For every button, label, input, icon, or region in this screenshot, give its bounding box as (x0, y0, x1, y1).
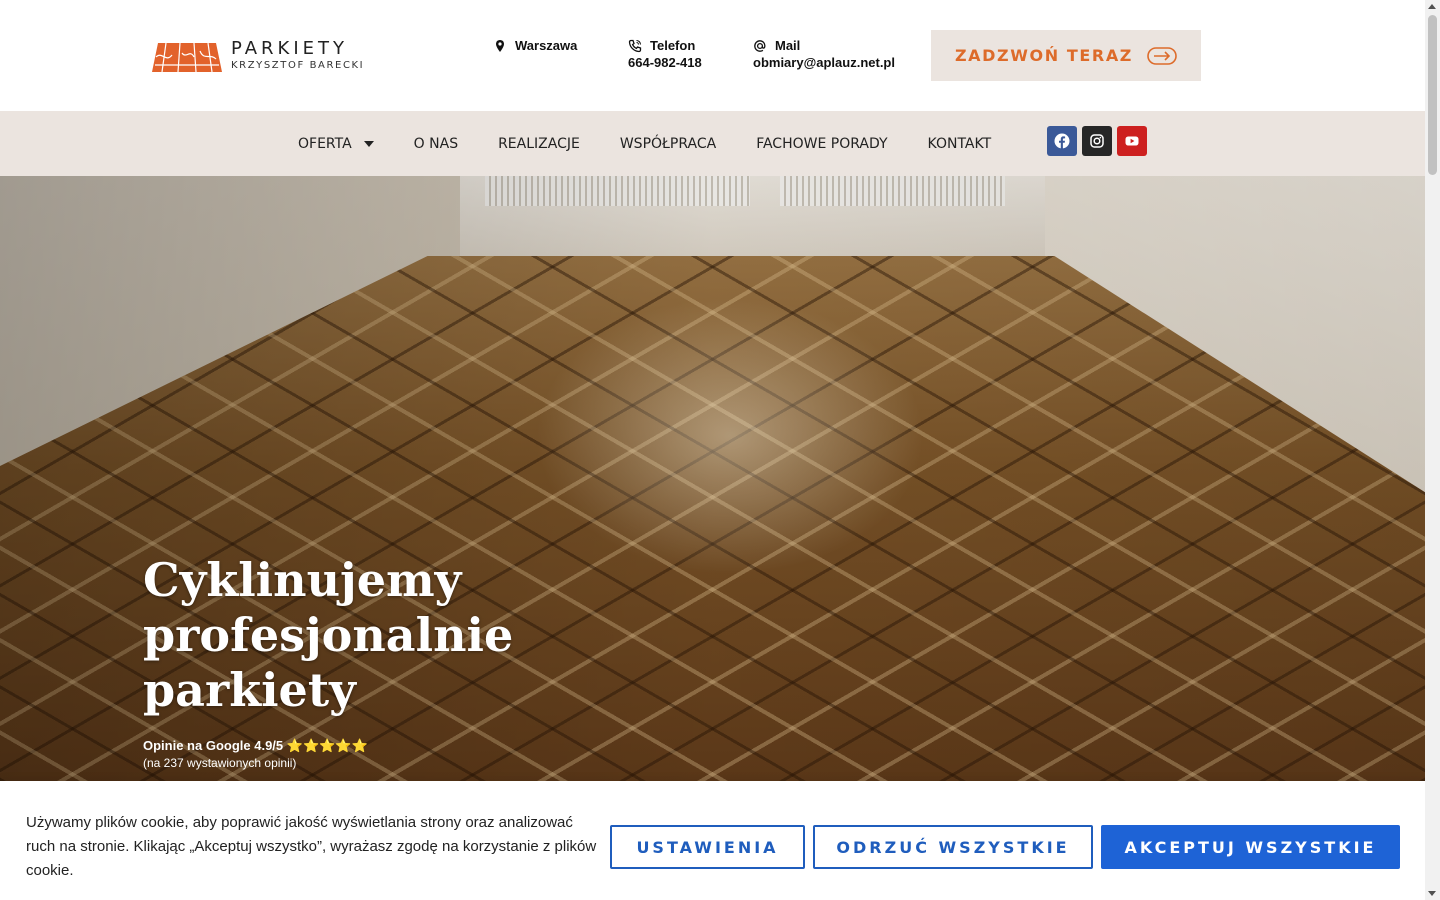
nav-item-label: OFERTA (298, 135, 352, 152)
social-links (1047, 126, 1147, 156)
call-now-label: ZADZWOŃ TERAZ (954, 46, 1134, 65)
nav-item-kontakt[interactable]: KONTAKT (928, 136, 992, 152)
nav-item-label: WSPÓŁPRACA (619, 135, 717, 152)
logo-title: PARKIETY (231, 38, 348, 59)
instagram-icon (1090, 134, 1104, 148)
mail-label: Mail (775, 38, 801, 53)
cookie-settings-button[interactable]: USTAWIENIA (610, 825, 805, 869)
nav-item-label: KONTAKT (927, 135, 992, 152)
arrow-right-circle-icon (1147, 46, 1177, 65)
hero-banner: Cyklinujemy profesjonalnie parkiety Opin… (0, 176, 1425, 781)
cookie-reject-all-button[interactable]: ODRZUĆ WSZYSTKIE (813, 825, 1093, 869)
instagram-button[interactable] (1082, 126, 1112, 156)
nav-item-label: O NAS (413, 135, 459, 152)
google-rating: Opinie na Google 4.9/5 ⭐⭐⭐⭐⭐ (143, 738, 368, 753)
city-label: Warszawa (515, 38, 578, 53)
nav-item-oferta[interactable]: OFERTA (298, 136, 374, 152)
youtube-button[interactable] (1117, 126, 1147, 156)
logo[interactable]: PARKIETY KRZYSZTOF BARECKI (152, 39, 364, 72)
logo-subtitle: KRZYSZTOF BARECKI (231, 60, 365, 71)
nav-item-realizacje[interactable]: REALIZACJE (498, 136, 580, 152)
caret-down-icon (363, 140, 374, 147)
map-pin-icon (496, 39, 504, 52)
facebook-icon (1054, 133, 1070, 149)
scroll-up-arrow-icon[interactable] (1428, 4, 1436, 9)
contact-mail: Mail obmiary@aplauz.net.pl (753, 37, 895, 71)
cookie-accept-all-button[interactable]: AKCEPTUJ WSZYSTKIE (1101, 825, 1400, 869)
call-now-button[interactable]: ZADZWOŃ TERAZ (931, 30, 1201, 81)
at-sign-icon (754, 39, 766, 52)
contact-phone: Telefon 664-982-418 (628, 37, 702, 71)
site-header: PARKIETY KRZYSZTOF BARECKI Warszawa Tele… (0, 0, 1425, 111)
youtube-icon (1125, 136, 1139, 146)
scroll-down-arrow-icon[interactable] (1428, 891, 1436, 896)
scroll-thumb[interactable] (1428, 15, 1437, 175)
nav-item-label: FACHOWE PORADY (756, 135, 888, 152)
nav-item-fachowe-porady[interactable]: FACHOWE PORADY (756, 136, 887, 152)
phone-label: Telefon (650, 38, 696, 53)
cookie-consent-bar: Używamy plików cookie, aby poprawić jako… (0, 781, 1425, 900)
nav-item-label: REALIZACJE (498, 135, 580, 152)
google-rating-count: (na 237 wystawionych opinii) (143, 756, 297, 770)
phone-number[interactable]: 664-982-418 (628, 54, 702, 71)
facebook-button[interactable] (1047, 126, 1077, 156)
hero-title: Cyklinujemy profesjonalnie parkiety (143, 553, 514, 717)
nav-item-o-nas[interactable]: O NAS (414, 136, 458, 152)
mail-address[interactable]: obmiary@aplauz.net.pl (753, 54, 895, 71)
main-navigation: OFERTA O NAS REALIZACJE WSPÓŁPRACA FACHO… (0, 111, 1425, 176)
page-scrollbar[interactable] (1425, 0, 1440, 900)
cookie-message: Używamy plików cookie, aby poprawić jako… (26, 814, 597, 879)
contact-city: Warszawa (493, 37, 577, 54)
logo-parquet-icon (152, 42, 222, 72)
phone-icon (628, 39, 642, 52)
nav-item-wspolpraca[interactable]: WSPÓŁPRACA (620, 136, 716, 152)
